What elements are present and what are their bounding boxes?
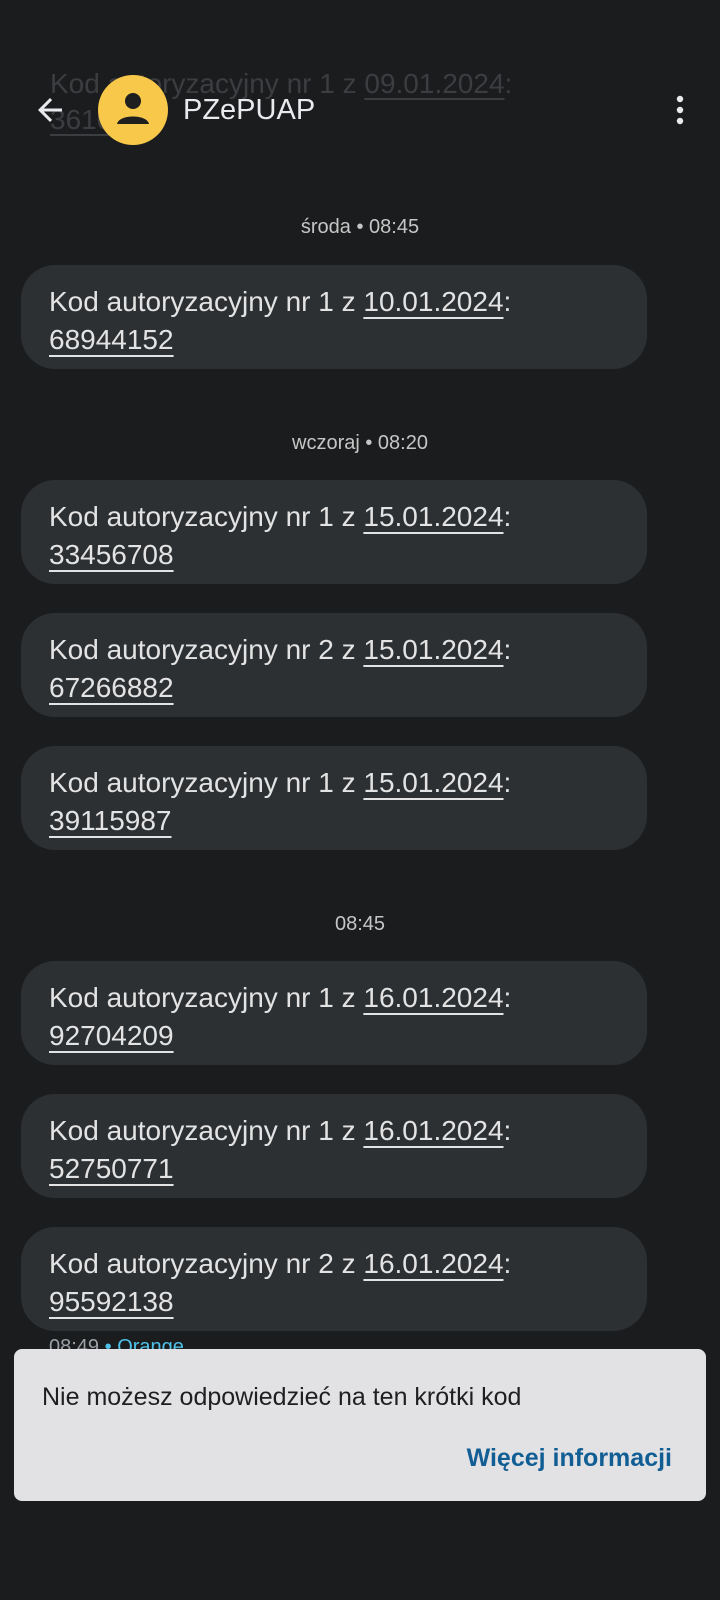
message-date-link[interactable]: 16.01.2024 [363,1115,503,1146]
message-text: Kod autoryzacyjny nr 1 z [49,501,364,532]
message-colon: : [503,767,512,798]
message-colon: : [503,634,512,665]
message-meta: 08:49 • Orange [49,1335,184,1349]
conversation-screen: Kod autoryzacyjny nr 1 z 09.01.2024: 361… [0,0,720,1600]
message-bubble[interactable]: Kod autoryzacyjny nr 1 z 10.01.2024: 689… [21,265,647,369]
message-bubble[interactable]: Kod autoryzacyjny nr 1 z 15.01.2024: 334… [21,480,647,584]
more-vert-icon [676,95,684,125]
message-text: Kod autoryzacyjny nr 1 z [49,1115,364,1146]
message-code-link[interactable]: 68944152 [49,324,174,355]
cannot-reply-notice: Nie możesz odpowiedzieć na ten krótki ko… [14,1349,706,1501]
more-options-button[interactable] [652,82,708,138]
message-time: 08:49 [49,1336,100,1349]
message-text: Kod autoryzacyjny nr 2 z [49,634,364,665]
message-bubble[interactable]: Kod autoryzacyjny nr 2 z 15.01.2024: 672… [21,613,647,717]
more-info-link[interactable]: Więcej informacji [467,1443,672,1473]
message-text: Kod autoryzacyjny nr 1 z [49,767,364,798]
message-date-link[interactable]: 15.01.2024 [363,501,503,532]
message-date-link[interactable]: 15.01.2024 [363,767,503,798]
timestamp-divider: środa • 08:45 [300,216,420,238]
person-icon [117,93,149,124]
message-date-link[interactable]: 10.01.2024 [363,286,503,317]
message-colon: : [503,286,512,317]
timestamp-divider: 08:45 [334,913,386,935]
message-code-link[interactable]: 92704209 [49,1020,174,1051]
message-text: Kod autoryzacyjny nr 2 z [49,1248,364,1279]
message-bubble[interactable]: Kod autoryzacyjny nr 1 z 16.01.2024: 927… [21,961,647,1065]
message-code-link[interactable]: 33456708 [49,539,174,570]
message-code-link[interactable]: 67266882 [49,672,174,703]
arrow-back-icon [38,98,62,122]
message-code-link[interactable]: 39115987 [49,805,172,836]
message-bubble[interactable]: Kod autoryzacyjny nr 1 z 15.01.2024: 391… [21,746,647,850]
message-bubble[interactable]: Kod autoryzacyjny nr 1 z 16.01.2024: 527… [21,1094,647,1198]
message-bubble[interactable]: Kod autoryzacyjny nr 2 z 16.01.2024: 955… [21,1227,647,1331]
message-code-link[interactable]: 95592138 [49,1286,174,1317]
message-date-link[interactable]: 15.01.2024 [363,634,503,665]
message-text: Kod autoryzacyjny nr 1 z [49,982,364,1013]
message-colon: : [503,982,512,1013]
message-date-link[interactable]: 16.01.2024 [363,1248,503,1279]
avatar[interactable] [98,75,168,145]
message-colon: : [503,1115,512,1146]
timestamp-divider: wczoraj • 08:20 [292,432,428,454]
meta-separator: • [99,1336,118,1349]
message-colon: : [503,501,512,532]
back-button[interactable] [22,82,78,138]
contact-name[interactable]: PZePUAP [183,92,315,128]
notice-text: Nie możesz odpowiedzieć na ten krótki ko… [42,1383,522,1411]
message-date-link[interactable]: 16.01.2024 [363,982,503,1013]
carrier-label: Orange [117,1336,184,1349]
conversation-header: PZePUAP [0,72,720,148]
message-text: Kod autoryzacyjny nr 1 z [49,286,364,317]
message-code-link[interactable]: 52750771 [49,1153,174,1184]
message-colon: : [503,1248,512,1279]
